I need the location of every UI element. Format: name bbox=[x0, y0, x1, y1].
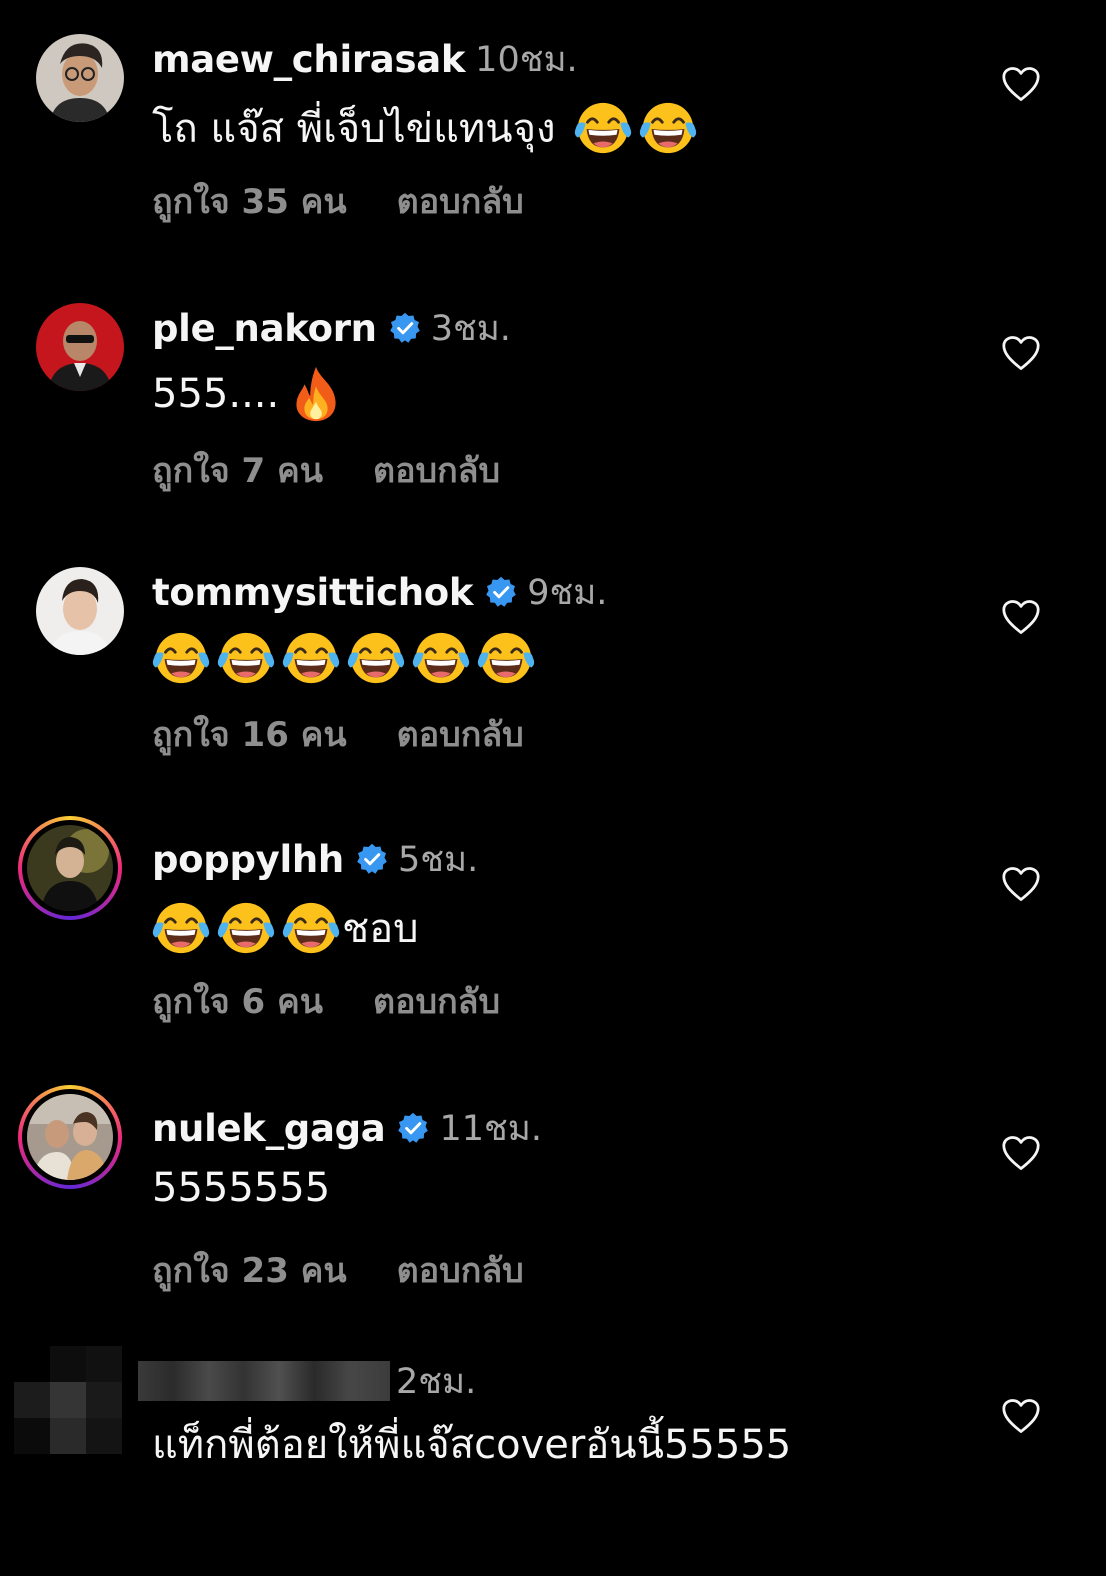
face-with-tears-of-joy-emoji bbox=[347, 629, 405, 687]
comment-item: maew_chirasak 10ชม. โถ แจ๊ส พี่เจ็บไข่แท… bbox=[0, 14, 1106, 244]
avatar[interactable] bbox=[36, 34, 124, 122]
heart-outline-icon[interactable] bbox=[1001, 866, 1041, 902]
face-with-tears-of-joy-emoji bbox=[574, 99, 632, 157]
heart-outline-icon[interactable] bbox=[1001, 1135, 1041, 1171]
avatar[interactable] bbox=[36, 567, 124, 655]
avatar[interactable] bbox=[14, 1346, 122, 1454]
face-with-tears-of-joy-emoji bbox=[217, 899, 275, 957]
reply-button[interactable]: ตอบกลับ bbox=[397, 174, 524, 228]
comment-timestamp: 10ชม. bbox=[475, 39, 578, 80]
comment-username[interactable]: ple_nakorn bbox=[152, 307, 377, 350]
reply-button[interactable]: ตอบกลับ bbox=[397, 1243, 524, 1297]
face-with-tears-of-joy-emoji bbox=[477, 629, 535, 687]
reply-button[interactable]: ตอบกลับ bbox=[397, 707, 524, 761]
comment-timestamp: 9ชม. bbox=[527, 572, 608, 613]
face-with-tears-of-joy-emoji bbox=[282, 629, 340, 687]
fire-emoji bbox=[287, 365, 345, 423]
avatar[interactable] bbox=[18, 1085, 122, 1189]
face-with-tears-of-joy-emoji bbox=[152, 629, 210, 687]
comment-item: tommysittichok 9ชม. ถูกใจ 16 คน ตอบกลับ bbox=[0, 547, 1106, 777]
likes-count[interactable]: ถูกใจ 35 คน bbox=[152, 174, 347, 228]
comment-timestamp: 11ชม. bbox=[439, 1108, 542, 1149]
verified-badge-icon bbox=[485, 576, 517, 608]
heart-outline-icon[interactable] bbox=[1001, 335, 1041, 371]
likes-count[interactable]: ถูกใจ 23 คน bbox=[152, 1243, 347, 1297]
comment-username[interactable]: maew_chirasak bbox=[152, 38, 465, 81]
comment-timestamp: 5ชม. bbox=[397, 839, 479, 880]
comment-text: 5555555 bbox=[152, 1165, 330, 1211]
likes-count[interactable]: ถูกใจ 16 คน bbox=[152, 707, 347, 761]
comment-text: ชอบ bbox=[152, 896, 419, 960]
avatar[interactable] bbox=[36, 303, 124, 391]
comment-item: nulek_gaga 11ชม. 5555555 ถูกใจ 23 คน ตอบ… bbox=[0, 1083, 1106, 1313]
reply-button[interactable]: ตอบกลับ bbox=[373, 443, 500, 497]
comment-body: โถ แจ๊ส พี่เจ็บไข่แทนจุง bbox=[152, 106, 556, 152]
comment-username[interactable]: poppylhh bbox=[152, 838, 344, 881]
face-with-tears-of-joy-emoji bbox=[217, 629, 275, 687]
comment-username[interactable]: nulek_gaga bbox=[152, 1107, 386, 1150]
verified-badge-icon bbox=[397, 1112, 429, 1144]
likes-count[interactable]: ถูกใจ 7 คน bbox=[152, 443, 323, 497]
comment-meta: ถูกใจ 16 คน ตอบกลับ bbox=[152, 707, 524, 761]
comment-item: 2ชม. แท็กพี่ต้อยให้พี่แจ๊สcoverอันนี้555… bbox=[0, 1346, 1106, 1576]
comment-text: โถ แจ๊ส พี่เจ็บไข่แทนจุง bbox=[152, 96, 704, 160]
comment-timestamp: 3ชม. bbox=[430, 308, 511, 349]
face-with-tears-of-joy-emoji bbox=[282, 899, 340, 957]
comment-body: แท็กพี่ต้อยให้พี่แจ๊สcoverอันนี้55555 bbox=[152, 1422, 792, 1468]
verified-badge-icon bbox=[356, 843, 388, 875]
comment-text bbox=[152, 629, 542, 687]
comment-meta: ถูกใจ 6 คน ตอบกลับ bbox=[152, 974, 500, 1028]
heart-outline-icon[interactable] bbox=[1001, 1398, 1041, 1434]
comment-text: แท็กพี่ต้อยให้พี่แจ๊สcoverอันนี้55555 bbox=[152, 1412, 791, 1476]
comment-text: 555.... bbox=[152, 365, 352, 423]
comment-item: ple_nakorn 3ชม. 555.... ถูกใจ 7 คน ตอบกล… bbox=[0, 283, 1106, 513]
comment-meta: ถูกใจ 23 คน ตอบกลับ bbox=[152, 1243, 524, 1297]
comment-meta: ถูกใจ 7 คน ตอบกลับ bbox=[152, 443, 500, 497]
comment-body: 5555555 bbox=[152, 1165, 331, 1211]
comment-meta: ถูกใจ 35 คน ตอบกลับ bbox=[152, 174, 524, 228]
heart-outline-icon[interactable] bbox=[1001, 66, 1041, 102]
comment-body: ชอบ bbox=[342, 906, 419, 952]
comment-timestamp: 2ชม. bbox=[396, 1361, 477, 1402]
reply-button[interactable]: ตอบกลับ bbox=[373, 974, 500, 1028]
face-with-tears-of-joy-emoji bbox=[152, 899, 210, 957]
heart-outline-icon[interactable] bbox=[1001, 599, 1041, 635]
avatar[interactable] bbox=[18, 816, 122, 920]
face-with-tears-of-joy-emoji bbox=[639, 99, 697, 157]
likes-count[interactable]: ถูกใจ 6 คน bbox=[152, 974, 323, 1028]
verified-badge-icon bbox=[389, 312, 421, 344]
comment-body: 555.... bbox=[152, 371, 280, 417]
censored-username[interactable] bbox=[138, 1361, 390, 1401]
comment-username[interactable]: tommysittichok bbox=[152, 571, 474, 614]
face-with-tears-of-joy-emoji bbox=[412, 629, 470, 687]
comment-item: poppylhh 5ชม. ชอบ ถูกใจ 6 คน ตอบกลับ bbox=[0, 814, 1106, 1044]
